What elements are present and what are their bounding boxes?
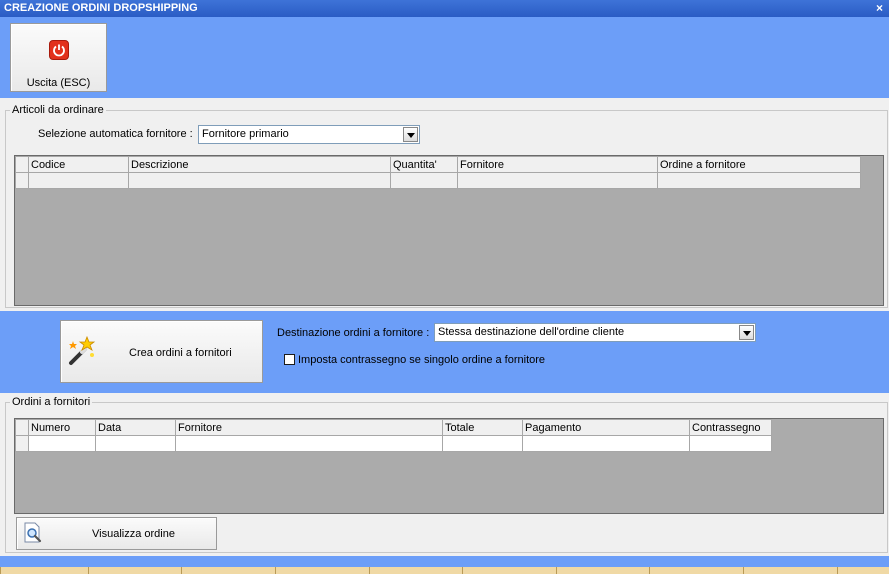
articles-groupbox: Articoli da ordinare Selezione automatic… bbox=[5, 104, 888, 308]
cod-checkbox-label[interactable]: Imposta contrassegno se singolo ordine a… bbox=[298, 354, 545, 366]
exit-button[interactable]: Uscita (ESC) bbox=[10, 23, 107, 92]
magic-wand-icon bbox=[65, 335, 97, 367]
exit-label: Uscita (ESC) bbox=[26, 77, 91, 89]
table-cell[interactable] bbox=[457, 172, 658, 189]
destination-label: Destinazione ordini a fornitore : bbox=[277, 327, 430, 339]
tab[interactable] bbox=[181, 567, 275, 574]
row-header[interactable] bbox=[15, 435, 29, 452]
articles-table: Codice Descrizione Quantita' Fornitore O… bbox=[15, 156, 861, 189]
col-numero[interactable]: Numero bbox=[28, 419, 96, 436]
col-contrassegno[interactable]: Contrassegno bbox=[689, 419, 772, 436]
col-data[interactable]: Data bbox=[95, 419, 176, 436]
col-codice[interactable]: Codice bbox=[28, 156, 129, 173]
col-pagamento[interactable]: Pagamento bbox=[522, 419, 690, 436]
table-cell[interactable] bbox=[128, 172, 391, 189]
table-cell[interactable] bbox=[175, 435, 443, 452]
supplier-select-value: Fornitore primario bbox=[202, 128, 289, 140]
col-fornitore[interactable]: Fornitore bbox=[175, 419, 443, 436]
tab[interactable] bbox=[556, 567, 649, 574]
col-quantita[interactable]: Quantita' bbox=[390, 156, 458, 173]
tab[interactable] bbox=[649, 567, 743, 574]
row-header[interactable] bbox=[15, 172, 29, 189]
articles-legend: Articoli da ordinare bbox=[10, 104, 106, 116]
window-titlebar: CREAZIONE ORDINI DROPSHIPPING × bbox=[0, 0, 889, 17]
tab[interactable] bbox=[0, 567, 88, 574]
table-row[interactable] bbox=[15, 435, 772, 452]
table-cell[interactable] bbox=[657, 172, 861, 189]
articles-header-row: Codice Descrizione Quantita' Fornitore O… bbox=[15, 156, 861, 173]
tab[interactable] bbox=[837, 567, 889, 574]
window-title: CREAZIONE ORDINI DROPSHIPPING bbox=[4, 2, 198, 14]
row-header-corner bbox=[15, 156, 29, 173]
view-order-label: Visualizza ordine bbox=[92, 528, 175, 540]
tab[interactable] bbox=[369, 567, 462, 574]
orders-header-row: Numero Data Fornitore Totale Pagamento C… bbox=[15, 419, 772, 436]
table-cell[interactable] bbox=[442, 435, 523, 452]
destination-select-value: Stessa destinazione dell'ordine cliente bbox=[438, 326, 625, 338]
power-icon bbox=[49, 40, 69, 60]
chevron-down-icon[interactable] bbox=[403, 127, 418, 142]
supplier-select[interactable]: Fornitore primario bbox=[198, 125, 420, 144]
close-icon[interactable]: × bbox=[876, 0, 883, 17]
create-orders-button[interactable]: Crea ordini a fornitori bbox=[60, 320, 263, 383]
col-descrizione[interactable]: Descrizione bbox=[128, 156, 391, 173]
tab[interactable] bbox=[88, 567, 181, 574]
articles-panel: Articoli da ordinare Selezione automatic… bbox=[0, 98, 889, 311]
orders-groupbox: Ordini a fornitori Numero Data Fornitore… bbox=[5, 396, 888, 553]
articles-grid[interactable]: Codice Descrizione Quantita' Fornitore O… bbox=[14, 155, 884, 306]
cod-checkbox[interactable] bbox=[284, 354, 295, 365]
table-cell[interactable] bbox=[522, 435, 690, 452]
view-order-button[interactable]: Visualizza ordine bbox=[16, 517, 217, 550]
col-ordine-fornitore[interactable]: Ordine a fornitore bbox=[657, 156, 861, 173]
col-fornitore[interactable]: Fornitore bbox=[457, 156, 658, 173]
table-row[interactable] bbox=[15, 172, 861, 189]
table-cell[interactable] bbox=[390, 172, 458, 189]
magnifier-document-icon bbox=[23, 522, 43, 544]
table-cell[interactable] bbox=[689, 435, 772, 452]
orders-table: Numero Data Fornitore Totale Pagamento C… bbox=[15, 419, 772, 452]
chevron-down-icon[interactable] bbox=[739, 325, 754, 340]
row-header-corner bbox=[15, 419, 29, 436]
table-cell[interactable] bbox=[28, 172, 129, 189]
tab[interactable] bbox=[462, 567, 556, 574]
table-cell[interactable] bbox=[28, 435, 96, 452]
create-orders-label: Crea ordini a fornitori bbox=[129, 347, 232, 359]
orders-grid[interactable]: Numero Data Fornitore Totale Pagamento C… bbox=[14, 418, 884, 514]
orders-legend: Ordini a fornitori bbox=[10, 396, 93, 408]
bottom-tab-strip bbox=[0, 567, 889, 574]
orders-panel: Ordini a fornitori Numero Data Fornitore… bbox=[0, 393, 889, 556]
tab[interactable] bbox=[743, 567, 837, 574]
destination-select[interactable]: Stessa destinazione dell'ordine cliente bbox=[434, 323, 756, 342]
col-totale[interactable]: Totale bbox=[442, 419, 523, 436]
supplier-select-label: Selezione automatica fornitore : bbox=[38, 128, 193, 140]
table-cell[interactable] bbox=[95, 435, 176, 452]
tab[interactable] bbox=[275, 567, 369, 574]
